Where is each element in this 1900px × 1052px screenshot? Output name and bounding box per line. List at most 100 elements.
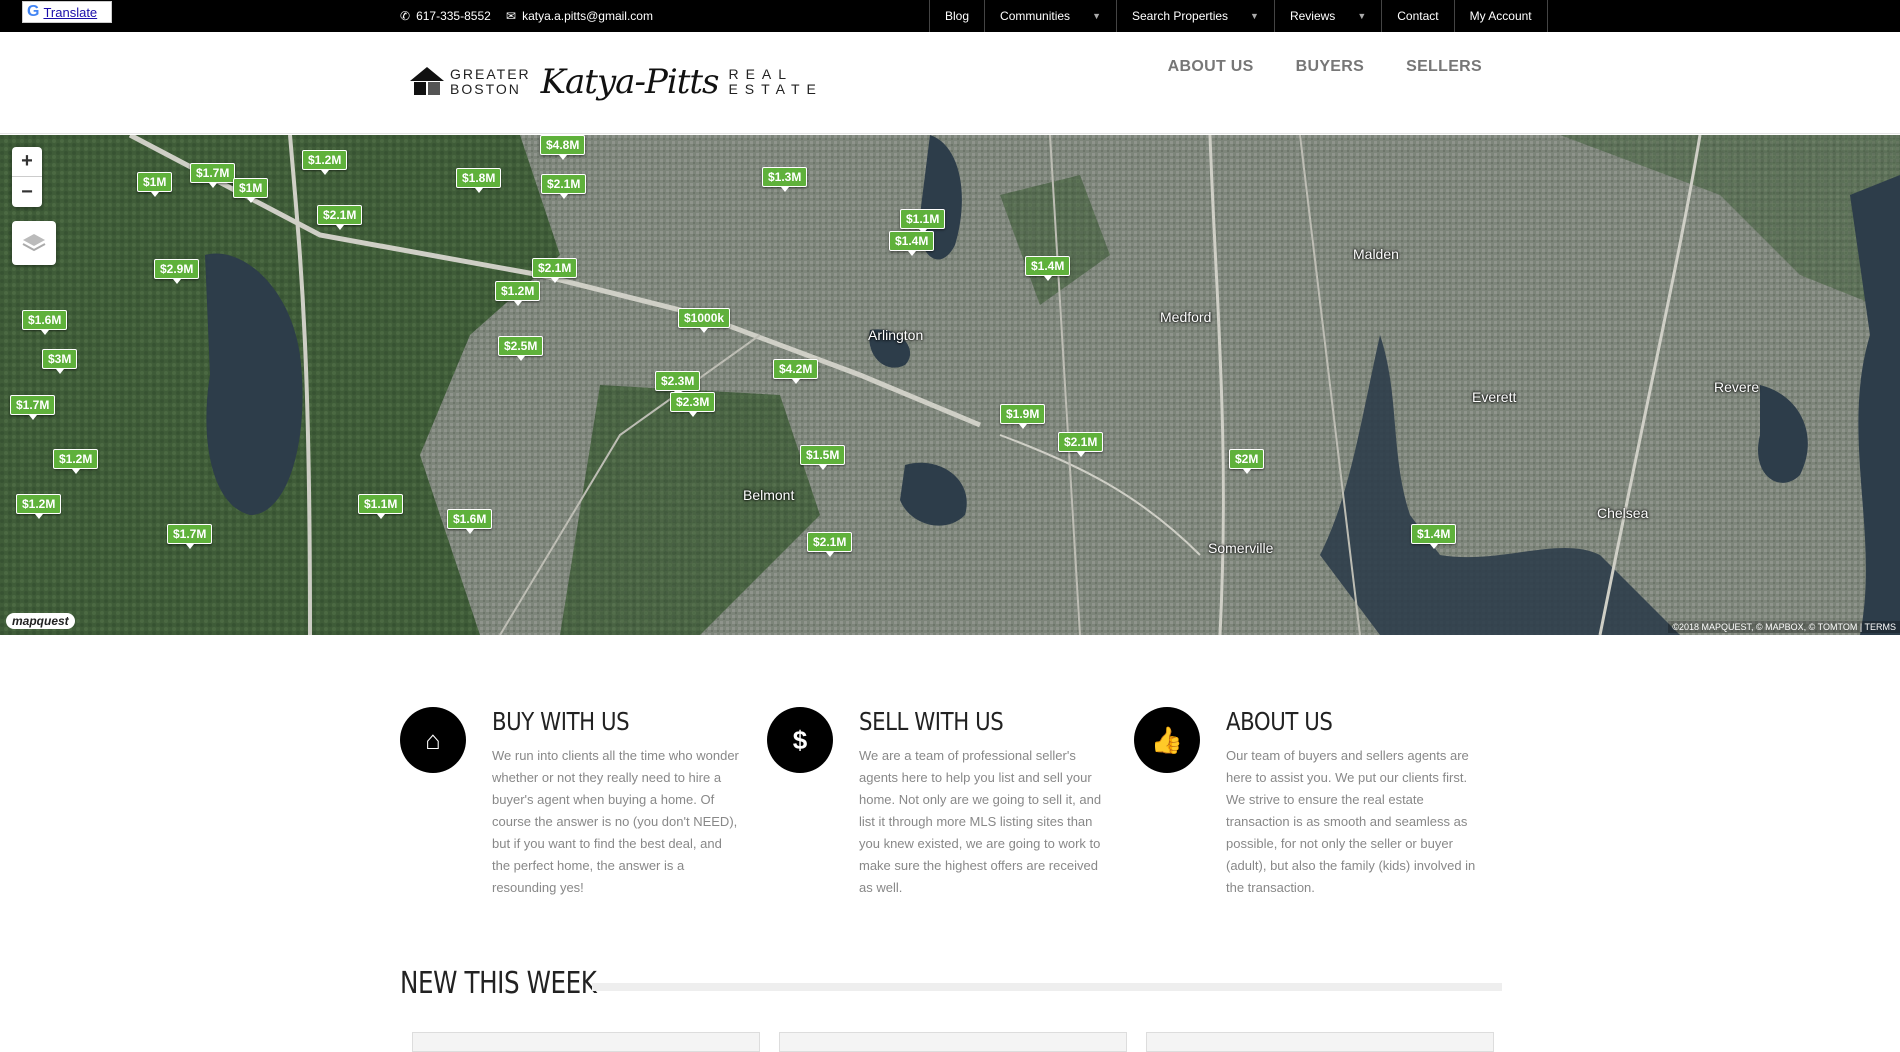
caret-down-icon: ▼ — [1250, 11, 1259, 21]
listing-marker[interactable]: $1.2M — [495, 281, 541, 306]
nav-sellers[interactable]: SELLERS — [1406, 58, 1482, 76]
place-label: Chelsea — [1597, 505, 1649, 521]
listing-marker[interactable]: $2.1M — [317, 205, 363, 230]
logo-estate: ESTATE — [728, 81, 823, 97]
listing-marker[interactable]: $2.3M — [655, 371, 701, 396]
place-label: Belmont — [743, 487, 795, 503]
translate-widget[interactable]: G Translate — [22, 1, 112, 23]
top-nav-communities[interactable]: Communities ▼ — [984, 0, 1116, 32]
site-logo[interactable]: GREATER BOSTON Katya-Pitts REAL ESTATE — [410, 62, 823, 102]
layers-button[interactable] — [12, 221, 56, 265]
top-nav-contact[interactable]: Contact — [1381, 0, 1453, 32]
listing-marker[interactable]: $2.9M — [154, 259, 200, 284]
listing-marker[interactable]: $1.5M — [800, 445, 846, 470]
top-nav-label: Contact — [1397, 9, 1439, 23]
logo-script-name: Katya-Pitts — [540, 62, 720, 102]
feature-text: We run into clients all the time who won… — [492, 748, 739, 895]
listing-marker[interactable]: $4.8M — [540, 135, 586, 160]
listing-marker[interactable]: $1.4M — [889, 231, 935, 256]
logo-left-text: GREATER BOSTON — [450, 67, 531, 97]
google-icon: G — [27, 3, 40, 20]
feature-title: BUY WITH US — [492, 707, 630, 736]
mapquest-logo[interactable]: mapquest — [6, 613, 75, 629]
listing-marker[interactable]: $2.5M — [498, 336, 544, 361]
property-map[interactable]: Arlington Medford Malden Everett Revere … — [0, 135, 1900, 635]
phone-icon: ✆ — [400, 9, 411, 23]
nav-buyers[interactable]: BUYERS — [1296, 58, 1364, 76]
listing-marker[interactable]: $1.7M — [10, 395, 56, 420]
feature-text: We are a team of professional seller's a… — [859, 748, 1102, 895]
place-label: Arlington — [868, 327, 924, 343]
listing-marker[interactable]: $1000k — [678, 308, 731, 333]
listing-marker[interactable]: $4.2M — [773, 359, 819, 384]
listing-marker[interactable]: $1M — [233, 178, 269, 203]
top-nav-label: Blog — [945, 9, 970, 23]
thumbs-up-icon: 👍 — [1134, 707, 1200, 773]
listing-marker[interactable]: $1.6M — [22, 310, 68, 335]
listing-marker[interactable]: $1.1M — [900, 209, 946, 234]
listing-card[interactable] — [412, 1032, 760, 1052]
listing-marker[interactable]: $2M — [1229, 449, 1265, 474]
listing-marker[interactable]: $1.2M — [16, 494, 62, 519]
listing-card[interactable] — [1146, 1032, 1494, 1052]
top-nav-blog[interactable]: Blog — [929, 0, 984, 32]
logo-real: REAL — [728, 66, 794, 82]
place-label: Medford — [1160, 309, 1212, 325]
section-divider — [592, 983, 1502, 991]
phone-contact[interactable]: ✆ 617-335-8552 — [400, 9, 491, 23]
top-nav-label: Search Properties — [1131, 9, 1229, 23]
feature-title: ABOUT US — [1226, 707, 1333, 736]
listing-marker[interactable]: $1.1M — [358, 494, 404, 519]
listing-marker[interactable]: $1.7M — [190, 163, 236, 188]
listing-marker[interactable]: $1.4M — [1025, 256, 1071, 281]
listing-card[interactable] — [779, 1032, 1127, 1052]
email-address[interactable]: katya.a.pitts@gmail.com — [522, 9, 653, 23]
listing-marker[interactable]: $1.8M — [456, 168, 502, 193]
logo-right-text: REAL ESTATE — [728, 67, 822, 97]
map-satellite-background — [0, 135, 1900, 635]
zoom-in-button[interactable]: + — [12, 147, 42, 177]
house-logo-icon — [410, 67, 444, 95]
listing-marker[interactable]: $1M — [137, 172, 173, 197]
top-nav-search-properties[interactable]: Search Properties ▼ — [1115, 0, 1274, 32]
place-label: Malden — [1353, 246, 1399, 262]
nav-about-us[interactable]: ABOUT US — [1168, 58, 1254, 76]
phone-number[interactable]: 617-335-8552 — [416, 9, 491, 23]
top-nav-label: Reviews — [1289, 9, 1336, 23]
top-nav-reviews[interactable]: Reviews ▼ — [1273, 0, 1381, 32]
map-attribution[interactable]: ©2018 MAPQUEST, © MAPBOX, © TOMTOM | TER… — [1668, 621, 1900, 633]
top-nav-my-account[interactable]: My Account — [1453, 0, 1548, 32]
new-this-week-heading: NEW THIS WEEK — [400, 966, 597, 1001]
logo-boston: BOSTON — [450, 81, 521, 97]
email-contact[interactable]: ✉ katya.a.pitts@gmail.com — [506, 9, 653, 23]
dollar-icon: $ — [767, 707, 833, 773]
translate-link[interactable]: Translate — [43, 5, 97, 20]
caret-down-icon: ▼ — [1092, 11, 1101, 21]
top-nav-label: My Account — [1469, 9, 1532, 23]
layers-icon — [22, 234, 46, 252]
listing-marker[interactable]: $1.9M — [1000, 404, 1046, 429]
listing-marker[interactable]: $1.4M — [1411, 524, 1457, 549]
listing-marker[interactable]: $2.1M — [541, 174, 587, 199]
listing-marker[interactable]: $1.7M — [167, 524, 213, 549]
envelope-icon: ✉ — [506, 9, 517, 23]
listing-marker[interactable]: $1.3M — [762, 167, 808, 192]
place-label: Everett — [1472, 389, 1517, 405]
top-nav-label: Communities — [1000, 9, 1071, 23]
listing-marker[interactable]: $2.3M — [670, 392, 716, 417]
zoom-out-button[interactable]: − — [12, 177, 42, 207]
caret-down-icon: ▼ — [1357, 11, 1367, 21]
top-nav: Blog Communities ▼ Search Properties ▼ Rev… — [929, 0, 1548, 32]
logo-greater: GREATER — [450, 66, 531, 82]
listing-marker[interactable]: $1.2M — [53, 449, 99, 474]
listing-marker[interactable]: $2.1M — [807, 532, 853, 557]
listing-marker[interactable]: $2.1M — [532, 258, 578, 283]
listing-marker[interactable]: $3M — [42, 349, 78, 374]
map-zoom-control: + − — [12, 147, 42, 207]
listing-marker[interactable]: $2.1M — [1058, 432, 1104, 457]
main-nav: ABOUT US BUYERS SELLERS — [1168, 58, 1482, 76]
listing-marker[interactable]: $1.2M — [302, 150, 348, 175]
listing-marker[interactable]: $1.6M — [447, 509, 493, 534]
site-header: GREATER BOSTON Katya-Pitts REAL ESTATE A… — [0, 32, 1900, 134]
home-icon: ⌂ — [400, 707, 466, 773]
